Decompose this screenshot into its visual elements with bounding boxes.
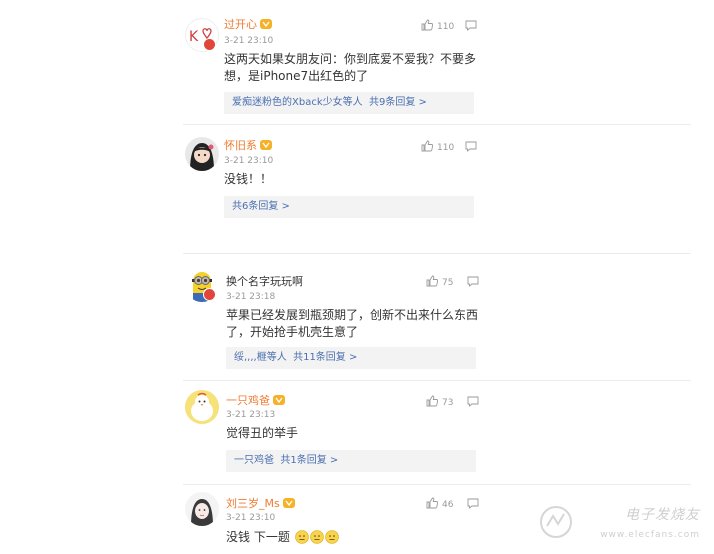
vip-icon xyxy=(260,140,272,150)
thumbs-up-icon xyxy=(426,275,439,287)
like-count: 110 xyxy=(437,22,455,32)
watermark-title: 电子发烧友 xyxy=(625,507,700,523)
replies-summary[interactable]: 绥,,,,榧等人 共11条回复 > xyxy=(226,347,476,369)
replies-count: 共11条回复 > xyxy=(293,352,358,363)
replies-summary[interactable]: 一只鸡爸 共1条回复 > xyxy=(226,450,476,472)
emoji-icon xyxy=(294,530,309,544)
like-button[interactable]: 110 xyxy=(421,19,454,33)
svg-text:K: K xyxy=(189,29,199,45)
thumbs-up-icon xyxy=(426,395,439,407)
comment-text-line: 想，是iPhone7出红色的了 xyxy=(224,69,369,83)
replies-count: 共1条回复 > xyxy=(280,455,339,466)
sketch-avatar-icon xyxy=(185,492,219,526)
username-text[interactable]: 一只鸡爸 xyxy=(226,394,270,407)
username-text[interactable]: 刘三岁_Ms xyxy=(226,497,280,510)
comment-text: 没钱 下一题 xyxy=(226,529,339,546)
replies-summary[interactable]: 爱痴迷粉色的Xback少女等人 共9条回复 > xyxy=(224,92,474,114)
like-button[interactable]: 46 xyxy=(426,497,453,511)
comment-text-line: 没钱！！ xyxy=(224,172,273,186)
user-avatar[interactable] xyxy=(185,137,219,171)
watermark-url: www.elecfans.com xyxy=(600,530,700,540)
vip-icon xyxy=(260,19,272,29)
comment-reply-icon[interactable] xyxy=(467,276,479,287)
like-count: 110 xyxy=(437,143,455,153)
username-text[interactable]: 换个名字玩玩啊 xyxy=(226,275,303,288)
comment-text-line: 这两天如果女朋友问：你到底爱不爱我？不要多 xyxy=(224,52,477,66)
like-button[interactable]: 75 xyxy=(426,275,453,289)
comment-reply-icon[interactable] xyxy=(465,141,477,152)
username[interactable]: 刘三岁_Ms xyxy=(226,497,295,511)
verified-badge-icon xyxy=(203,38,216,51)
replies-users: 一只鸡爸 xyxy=(234,455,274,466)
thumbs-up-icon xyxy=(426,497,439,509)
comment-time: 3-21 23:10 xyxy=(224,36,274,46)
comment-time: 3-21 23:18 xyxy=(226,292,276,302)
comment-time: 3-21 23:10 xyxy=(226,513,276,523)
comment-text-line: 苹果已经发展到瓶颈期了，创新不出来什么东西 xyxy=(226,308,479,322)
comment-reply-icon[interactable] xyxy=(467,498,479,509)
vip-icon xyxy=(273,395,285,405)
username-text[interactable]: 过开心 xyxy=(224,18,257,31)
divider xyxy=(183,253,691,254)
replies-users: 绥,,,,榧等人 xyxy=(234,352,287,363)
replies-summary[interactable]: 共6条回复 > xyxy=(224,196,474,218)
emoji-icon xyxy=(324,530,339,544)
comment-text-line: 没钱 下一题 xyxy=(226,530,290,544)
comment-time: 3-21 23:13 xyxy=(226,410,276,420)
comment-text-line: 觉得丑的举手 xyxy=(226,426,299,440)
comment-text-line: 了，开始抢手机壳生意了 xyxy=(226,325,359,339)
like-count: 46 xyxy=(442,500,454,510)
comment-time: 3-21 23:10 xyxy=(224,156,274,166)
divider xyxy=(183,380,691,381)
username[interactable]: 过开心 xyxy=(224,18,272,32)
replies-count: 共9条回复 > xyxy=(368,97,427,108)
chick-avatar-icon xyxy=(185,390,219,424)
username[interactable]: 怀旧系 xyxy=(224,139,272,153)
like-button[interactable]: 73 xyxy=(426,395,453,409)
username[interactable]: 换个名字玩玩啊 xyxy=(226,275,303,289)
user-avatar[interactable] xyxy=(185,390,219,424)
like-count: 75 xyxy=(442,278,454,288)
emoji-icon xyxy=(309,530,324,544)
watermark-logo-icon xyxy=(540,506,572,538)
replies-count: 共6条回复 > xyxy=(232,201,290,212)
thumbs-up-icon xyxy=(421,19,434,31)
thumbs-up-icon xyxy=(421,140,434,152)
like-button[interactable]: 110 xyxy=(421,140,454,154)
divider xyxy=(183,124,691,125)
verified-badge-icon xyxy=(203,288,216,301)
username[interactable]: 一只鸡爸 xyxy=(226,394,285,408)
user-avatar[interactable] xyxy=(185,492,219,526)
username-text[interactable]: 怀旧系 xyxy=(224,139,257,152)
comment-reply-icon[interactable] xyxy=(467,396,479,407)
vip-icon xyxy=(282,498,295,508)
divider xyxy=(183,484,691,485)
like-count: 73 xyxy=(442,398,454,408)
comment-reply-icon[interactable] xyxy=(465,20,477,31)
replies-users: 爱痴迷粉色的Xback少女等人 xyxy=(232,97,363,108)
girl-avatar-icon xyxy=(185,137,219,171)
